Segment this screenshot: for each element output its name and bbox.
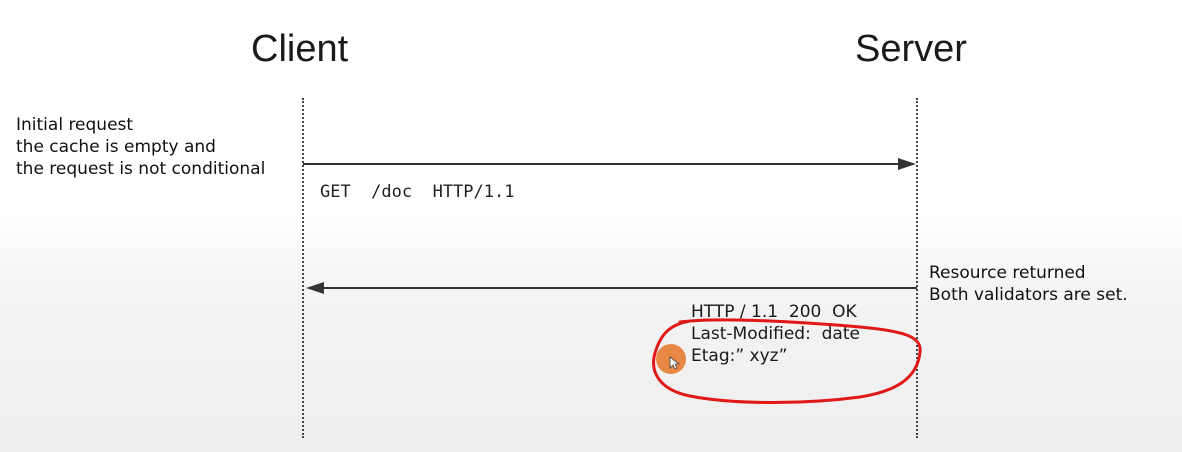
returned-note-line-2: Both validators are set. — [929, 285, 1128, 305]
diagram-overlay — [303, 158, 922, 404]
mouse-cursor-icon — [669, 356, 681, 370]
initial-note-line-3: the request is not conditional — [16, 159, 266, 179]
initial-note-line-1: Initial request — [16, 115, 134, 135]
server-actor-label: Server — [855, 28, 967, 70]
returned-note-line-1: Resource returned — [929, 263, 1086, 283]
server-lifeline — [916, 98, 918, 438]
response-last-modified-line: Last-Modified: date — [691, 324, 860, 344]
resource-returned-note: Resource returned Both validators are se… — [929, 262, 1179, 306]
request-arrowhead — [898, 158, 916, 170]
response-message-block: HTTP / 1.1 200 OK Last-Modified: date Et… — [691, 301, 860, 367]
initial-note-line-2: the cache is empty and — [16, 137, 216, 157]
response-etag-line: Etag:” xyz” — [691, 346, 788, 366]
response-status-line: HTTP / 1.1 200 OK — [691, 302, 857, 322]
response-arrowhead — [306, 282, 324, 294]
client-actor-label: Client — [251, 28, 349, 70]
sequence-diagram: Client Server Initial request the cache … — [0, 0, 1182, 452]
client-lifeline — [302, 98, 304, 438]
initial-request-note: Initial request the cache is empty and t… — [16, 114, 301, 180]
request-message-label: GET /doc HTTP/1.1 — [320, 182, 515, 202]
